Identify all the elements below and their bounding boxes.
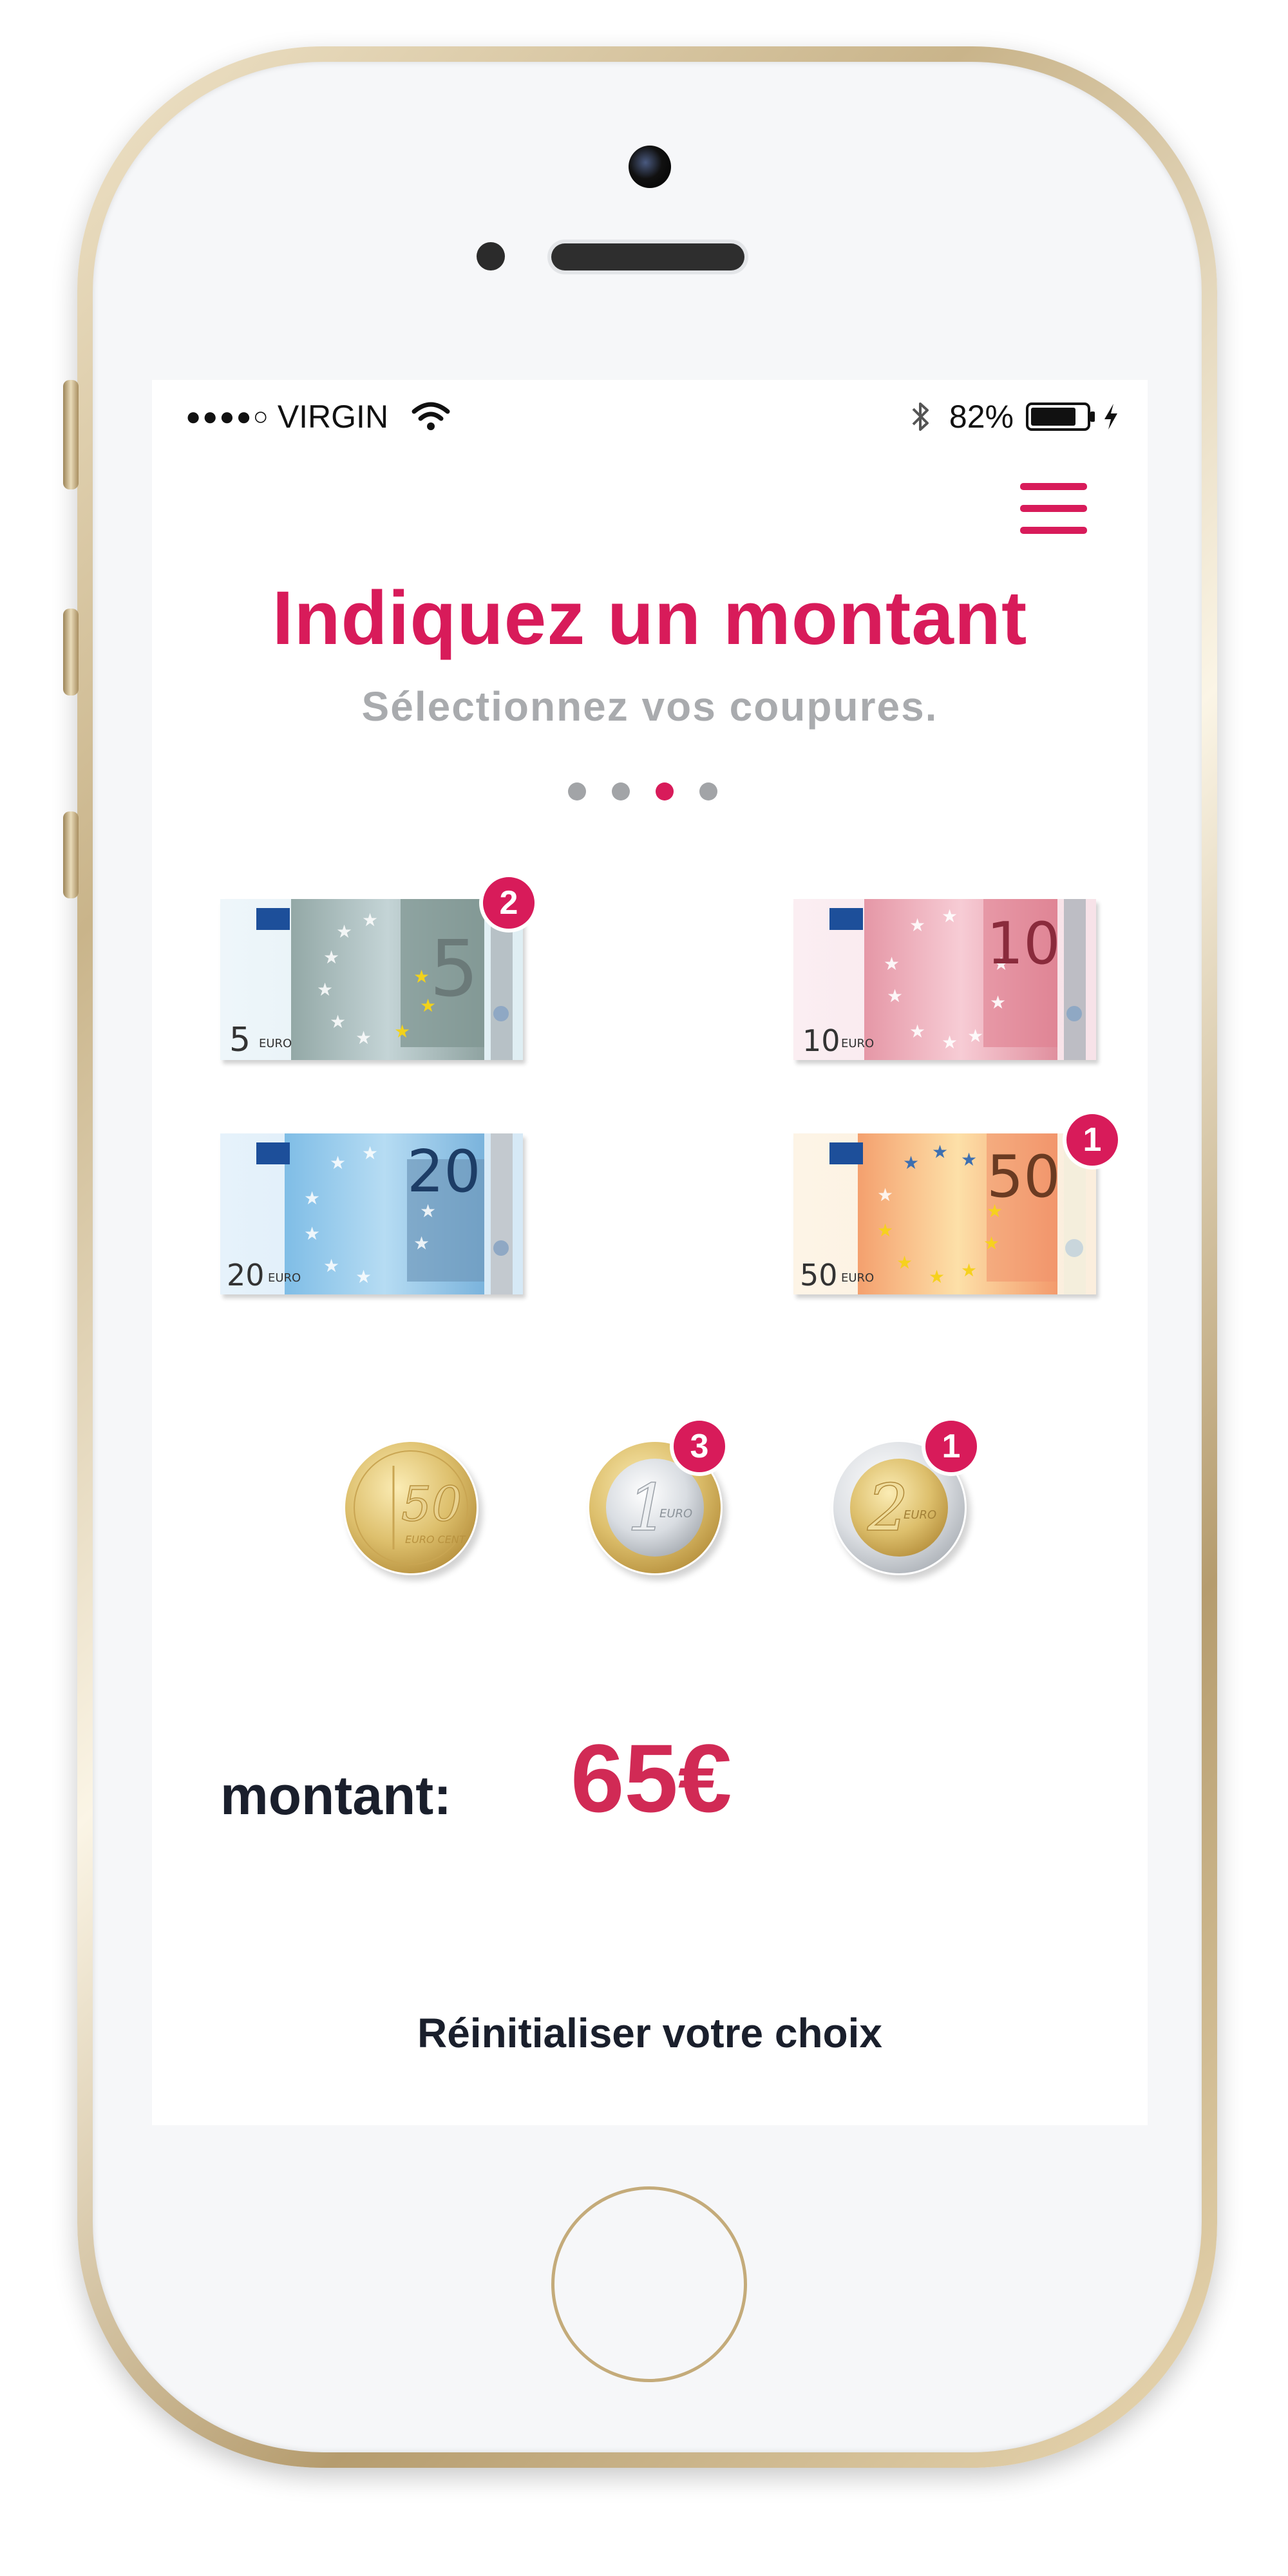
banknote-5-euro[interactable]: ★ ★ ★ ★ ★ ★ ★ ★ ★ 5 5 EURO 2 (220, 873, 538, 1060)
coin-2-euro[interactable]: 2 EURO 1 (831, 1417, 981, 1575)
svg-text:★: ★ (304, 1188, 320, 1209)
svg-text:★: ★ (967, 1025, 983, 1046)
step-dot-4 (699, 782, 717, 800)
volume-down-button (63, 811, 79, 898)
banknote-20-euro-mark: EURO (268, 1271, 301, 1285)
coin-2-count-badge: 1 (922, 1417, 981, 1476)
status-bar: ●●●●○ VIRGIN 82% (152, 380, 1148, 451)
svg-text:★: ★ (413, 1233, 430, 1254)
banknote-50-count-badge: 1 (1063, 1110, 1122, 1170)
svg-text:★: ★ (903, 1152, 919, 1173)
banknote-50-euro-mark: EURO (841, 1271, 874, 1285)
coin-2-mark: EURO (904, 1508, 936, 1522)
coin-2-value: 2 (867, 1470, 909, 1546)
banknote-10-corner-value: 10 (802, 1023, 840, 1058)
banknote-5-count-badge: 2 (479, 873, 538, 933)
status-left: ●●●●○ VIRGIN (185, 398, 450, 435)
step-dot-3 (656, 782, 674, 800)
banknote-5-big-value: 5 (430, 925, 478, 1014)
svg-text:★: ★ (961, 1149, 977, 1170)
banknote-10-big-value: 10 (987, 910, 1061, 978)
svg-text:★: ★ (330, 1011, 346, 1032)
battery-icon (1026, 402, 1095, 431)
svg-text:★: ★ (961, 1260, 977, 1281)
hamburger-menu-icon[interactable] (1020, 483, 1087, 535)
coin-1-euro[interactable]: 1 EURO 3 (587, 1417, 729, 1575)
svg-text:★: ★ (317, 979, 333, 1000)
svg-text:★: ★ (909, 1021, 925, 1042)
svg-text:★: ★ (394, 1021, 410, 1042)
charging-bolt-icon (1104, 404, 1117, 430)
status-right: 82% (909, 398, 1119, 435)
banknote-50-corner-value: 50 (800, 1258, 838, 1293)
mute-switch (63, 380, 79, 489)
app-screen: ●●●●○ VIRGIN 82% Indiquez un montant Sél… (152, 380, 1148, 2125)
step-indicator (568, 782, 717, 800)
svg-text:★: ★ (355, 1027, 372, 1048)
reset-choice-link[interactable]: Réinitialiser votre choix (152, 2009, 1148, 2057)
svg-text:★: ★ (909, 914, 925, 936)
svg-text:★: ★ (362, 909, 378, 931)
front-camera (629, 146, 671, 188)
banknote-5-image: ★★★ ★★★ ★★★ 5 5 EURO (220, 899, 523, 1060)
svg-text:★: ★ (877, 1184, 893, 1206)
banknote-20-corner-value: 20 (227, 1258, 265, 1293)
banknote-5-corner-value: 5 (229, 1021, 251, 1059)
svg-text:★: ★ (323, 1255, 339, 1276)
signal-strength: ●●●●○ (185, 402, 270, 431)
coin-1-mark: EURO (659, 1507, 692, 1520)
wifi-icon (412, 402, 450, 430)
banknote-20-euro[interactable]: ★ ★ ★ ★ ★ ★ ★ ★ 20 20 EURO (220, 1133, 523, 1294)
home-button[interactable] (551, 2186, 747, 2382)
step-dot-2 (612, 782, 630, 800)
page-subtitle: Sélectionnez vos coupures. (361, 683, 938, 730)
bluetooth-icon (912, 402, 929, 431)
svg-text:★: ★ (929, 1266, 945, 1287)
banknote-50-euro[interactable]: ★ ★ ★ ★ ★ ★ ★ ★ ★ ★ 50 50 EURO 1 (793, 1110, 1122, 1294)
svg-text:★: ★ (336, 921, 352, 942)
banknote-5-euro-mark: EURO (259, 1037, 292, 1050)
earpiece-speaker (551, 243, 744, 270)
svg-text:★: ★ (362, 1142, 378, 1164)
svg-text:★: ★ (942, 1032, 958, 1053)
banknote-10-euro[interactable]: ★ ★ ★ ★ ★ ★ ★ ★ ★ 10 10 EURO (793, 899, 1096, 1060)
coin-50-cent[interactable]: 50 EURO CENT (343, 1440, 478, 1575)
banknote-20-image: ★ ★★ ★★★ ★★ 20 20 EURO (220, 1133, 523, 1294)
svg-text:★: ★ (983, 1233, 999, 1254)
svg-text:★: ★ (355, 1266, 372, 1287)
amount-label: montant: (220, 1765, 452, 1826)
svg-text:★: ★ (932, 1141, 948, 1162)
volume-up-button (63, 609, 79, 696)
svg-text:★: ★ (887, 985, 903, 1007)
svg-text:★: ★ (413, 966, 430, 987)
svg-text:★: ★ (323, 947, 339, 968)
svg-text:★: ★ (330, 1152, 346, 1173)
battery-percent: 82% (949, 399, 1014, 435)
svg-text:★: ★ (990, 992, 1006, 1013)
coin-50-cent-image: 50 EURO CENT (345, 1442, 477, 1573)
amount-value: 65€ (571, 1724, 732, 1832)
coin-50-value: 50 (401, 1477, 462, 1532)
banknote-50-image: ★★ ★ ★★★ ★★★ ★ 50 50 EURO (793, 1133, 1096, 1294)
carrier-name: VIRGIN (277, 399, 389, 435)
banknote-10-euro-mark: EURO (841, 1037, 874, 1050)
step-dot-1 (568, 782, 586, 800)
banknote-10-image: ★ ★★ ★★★ ★★★ 10 10 EURO (793, 899, 1096, 1060)
coin-50-mark: EURO CENT (405, 1533, 466, 1546)
page-title: Indiquez un montant (272, 576, 1028, 661)
svg-text:★: ★ (896, 1252, 913, 1273)
svg-text:★: ★ (304, 1223, 320, 1244)
svg-text:★: ★ (942, 905, 958, 927)
proximity-sensor (477, 242, 505, 270)
svg-text:★: ★ (877, 1220, 893, 1241)
banknote-20-big-value: 20 (407, 1138, 481, 1206)
svg-text:★: ★ (884, 953, 900, 974)
coin-1-count-badge: 3 (670, 1417, 729, 1476)
banknote-50-big-value: 50 (987, 1143, 1061, 1211)
